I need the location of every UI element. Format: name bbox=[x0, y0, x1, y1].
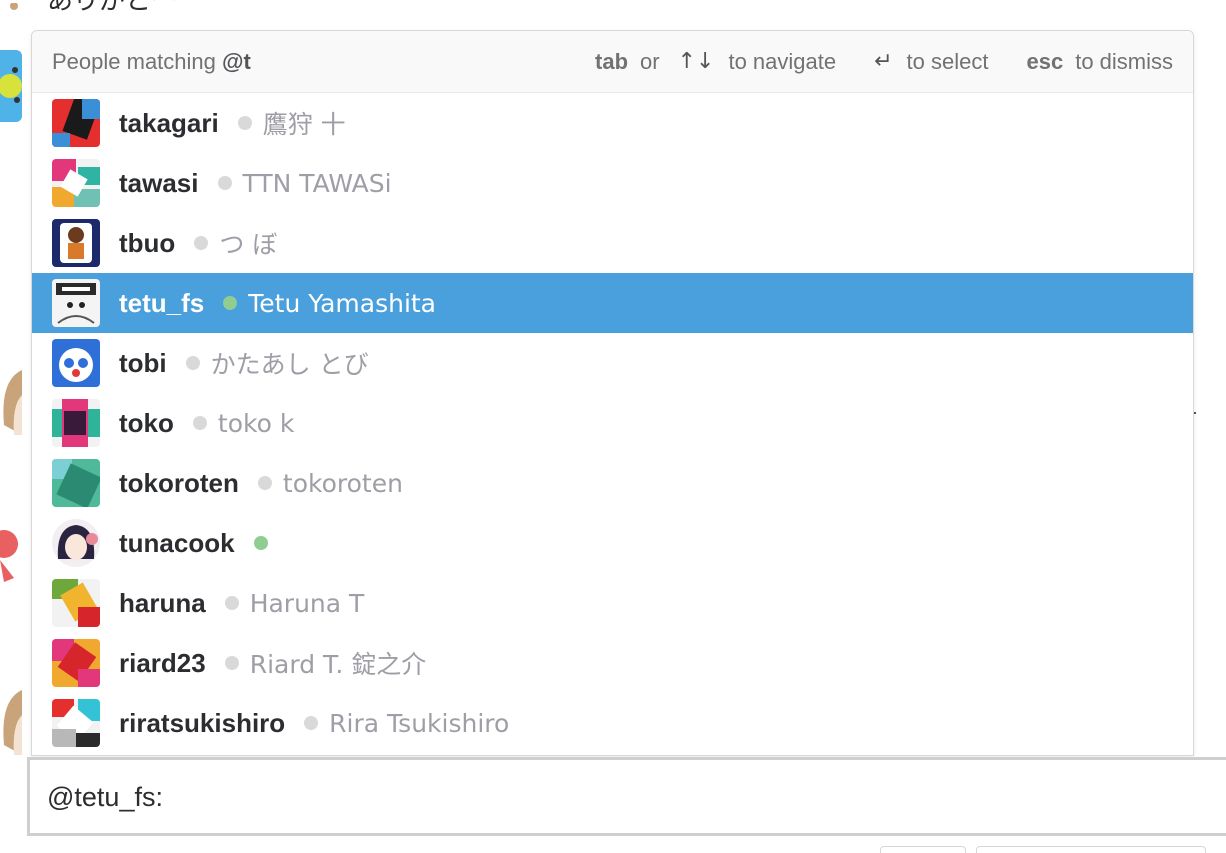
hint-text: to dismiss bbox=[1075, 48, 1173, 74]
presence-away-dot bbox=[194, 236, 209, 250]
message-input-text[interactable]: @tetu_fs: bbox=[47, 782, 163, 813]
real-name: Haruna T bbox=[249, 588, 365, 618]
hint-text: to navigate bbox=[728, 48, 837, 74]
real-name: TTN TAWASi bbox=[242, 168, 392, 198]
real-name: Riard T. 錠之介 bbox=[249, 650, 427, 679]
presence-away-dot bbox=[224, 596, 239, 610]
username: tokoroten bbox=[119, 467, 239, 498]
person-row[interactable]: tbuo つ ぼ bbox=[32, 213, 1193, 273]
avatar bbox=[52, 699, 100, 747]
hint-key: esc bbox=[1026, 48, 1064, 74]
username: riratsukishiro bbox=[119, 707, 286, 738]
avatar bbox=[52, 219, 100, 267]
hint-navigate: ↑↓ to navigate bbox=[678, 49, 837, 75]
username: toko bbox=[119, 407, 174, 438]
avatar bbox=[52, 99, 100, 147]
username: tbuo bbox=[119, 227, 176, 258]
avatar bbox=[52, 459, 100, 507]
person-row[interactable]: tokoroten tokoroten bbox=[32, 453, 1193, 513]
background-avatar[interactable] bbox=[0, 685, 22, 755]
presence-online-dot bbox=[223, 296, 238, 310]
background-avatar bbox=[0, 0, 22, 10]
real-name: tokoroten bbox=[282, 468, 403, 498]
avatar bbox=[52, 639, 100, 687]
message-input[interactable]: @tetu_fs: bbox=[27, 757, 1226, 836]
person-row[interactable]: riard23 Riard T. 錠之介 bbox=[32, 633, 1193, 693]
person-row[interactable]: tawasi TTN TAWASi bbox=[32, 153, 1193, 213]
presence-away-dot bbox=[185, 356, 200, 370]
hint-tab: tab or bbox=[595, 49, 660, 75]
username: haruna bbox=[119, 587, 206, 618]
background-avatar[interactable] bbox=[0, 50, 22, 122]
person-row[interactable]: tunacook bbox=[32, 513, 1193, 573]
avatar bbox=[52, 519, 100, 567]
avatar bbox=[52, 279, 100, 327]
presence-away-dot bbox=[237, 116, 252, 130]
username: tetu_fs bbox=[119, 287, 205, 318]
background-avatar[interactable] bbox=[0, 365, 22, 435]
person-row[interactable]: takagari 鷹狩 十 bbox=[32, 93, 1193, 153]
hint-text: to select bbox=[906, 48, 989, 74]
background-avatar[interactable] bbox=[0, 520, 22, 590]
people-list: takagari 鷹狩 十 tawasi TTN TAWASi tbuo つ ぼ bbox=[32, 93, 1193, 753]
hint-dismiss: esc to dismiss bbox=[1026, 49, 1173, 75]
real-name: つ ぼ bbox=[219, 230, 278, 259]
avatar bbox=[52, 339, 100, 387]
avatar bbox=[52, 159, 100, 207]
presence-away-dot bbox=[224, 656, 239, 670]
arrow-up-down-icon: ↑↓ bbox=[677, 49, 715, 74]
presence-away-dot bbox=[304, 716, 319, 730]
return-key-icon: ↵ bbox=[874, 49, 893, 74]
username: tunacook bbox=[119, 527, 235, 558]
hint-key: tab bbox=[595, 48, 629, 74]
hint-text: or bbox=[640, 48, 660, 74]
popup-title-prefix: People matching bbox=[52, 48, 216, 74]
avatar bbox=[52, 399, 100, 447]
real-name: かたあし とび bbox=[210, 350, 369, 379]
person-row-selected[interactable]: tetu_fs Tetu Yamashita bbox=[32, 273, 1193, 333]
username: tobi bbox=[119, 347, 167, 378]
mention-autocomplete-popup: People matching @t tab or ↑↓ to navigate… bbox=[31, 30, 1194, 756]
person-row[interactable]: tobi かたあし とび bbox=[32, 333, 1193, 393]
popup-query: @t bbox=[222, 48, 251, 74]
avatar bbox=[52, 579, 100, 627]
presence-away-dot bbox=[257, 476, 272, 490]
presence-online-dot bbox=[253, 536, 268, 550]
presence-away-dot bbox=[217, 176, 232, 190]
real-name: 鷹狩 十 bbox=[262, 110, 346, 139]
username: tawasi bbox=[119, 167, 199, 198]
person-row[interactable]: riratsukishiro Rira Tsukishiro bbox=[32, 693, 1193, 753]
person-row[interactable]: toko toko k bbox=[32, 393, 1193, 453]
presence-away-dot bbox=[192, 416, 207, 430]
username: riard23 bbox=[119, 647, 206, 678]
hint-select: ↵ to select bbox=[874, 49, 988, 75]
real-name: Rira Tsukishiro bbox=[329, 708, 510, 738]
background-message: ありがとー bbox=[47, 0, 178, 16]
real-name: toko k bbox=[217, 408, 295, 438]
username: takagari bbox=[119, 107, 219, 138]
person-row[interactable]: haruna Haruna T bbox=[32, 573, 1193, 633]
popup-title: People matching @t bbox=[52, 49, 557, 75]
popup-header: People matching @t tab or ↑↓ to navigate… bbox=[32, 31, 1193, 93]
real-name: Tetu Yamashita bbox=[248, 288, 437, 318]
